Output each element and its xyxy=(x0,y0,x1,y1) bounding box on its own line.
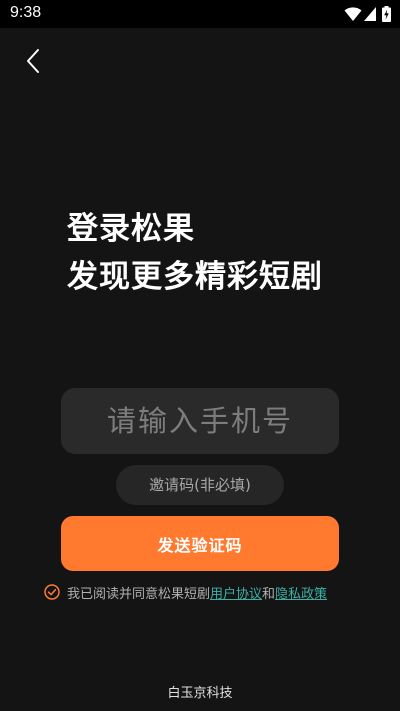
battery-charging-icon xyxy=(382,6,391,22)
agree-checkbox[interactable] xyxy=(44,584,60,600)
status-bar: 9:38 xyxy=(0,0,400,28)
send-verification-code-button[interactable]: 发送验证码 xyxy=(61,516,339,571)
privacy-policy-link[interactable]: 隐私政策 xyxy=(275,583,327,602)
phone-number-input[interactable] xyxy=(61,388,339,454)
invite-code-container xyxy=(116,465,284,505)
check-circle-icon xyxy=(44,584,60,600)
status-time: 9:38 xyxy=(10,4,42,21)
phone-input-container xyxy=(61,388,339,454)
agreement-row: 我已阅读并同意松果短剧 用户协议和隐私政策 xyxy=(44,582,364,602)
heading-line-2: 发现更多精彩短剧 xyxy=(67,259,323,295)
invite-code-input[interactable] xyxy=(116,465,284,505)
chevron-left-icon xyxy=(27,49,39,73)
company-name: 白玉京科技 xyxy=(167,686,233,701)
cellular-signal-icon xyxy=(364,7,376,21)
user-agreement-link[interactable]: 用户协议 xyxy=(210,583,262,602)
page-heading: 登录松果 发现更多精彩短剧 xyxy=(67,205,323,301)
agreement-connector: 和 xyxy=(262,586,276,602)
login-screen: 9:38 登录松果 发现更多精彩短剧 发送验证码 xyxy=(0,0,400,711)
agreement-prefix: 我已阅读并同意松果短剧 xyxy=(67,586,211,602)
back-button[interactable] xyxy=(18,46,48,76)
heading-line-1: 登录松果 xyxy=(67,211,195,247)
wifi-icon xyxy=(344,7,362,21)
